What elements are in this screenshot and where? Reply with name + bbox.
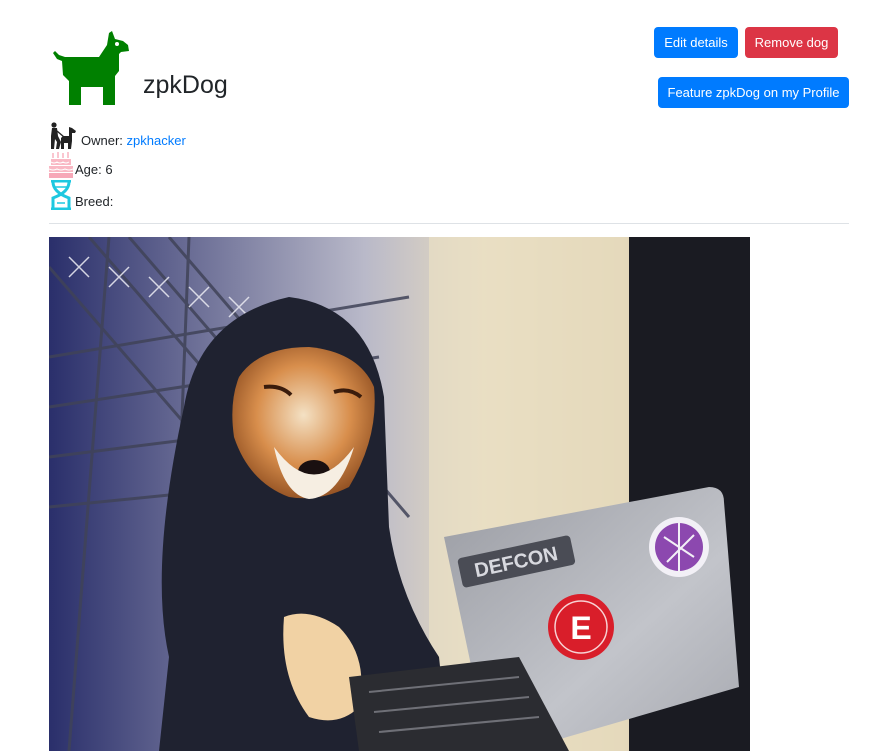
owner-label: Owner: (81, 133, 123, 148)
dog-icon (53, 31, 129, 105)
remove-dog-button[interactable]: Remove dog (745, 27, 838, 58)
dog-photo: DEFCON E (49, 237, 750, 751)
dog-name-heading: zpkDog (143, 71, 228, 99)
breed-text: Breed: (75, 194, 113, 209)
dog-photo-image: DEFCON E (49, 237, 750, 751)
owner-link[interactable]: zpkhacker (127, 133, 186, 148)
edit-details-button[interactable]: Edit details (654, 27, 738, 58)
age-text: Age: 6 (75, 162, 113, 177)
dog-header: zpkDog Edit details Remove dog Feature z… (49, 26, 849, 114)
age-value: 6 (105, 162, 113, 177)
owner-text: Owner: zpkhacker (81, 133, 186, 148)
birthday-cake-icon (49, 152, 73, 178)
breed-row: Breed: (49, 180, 349, 210)
breed-label: Breed: (75, 194, 114, 209)
dog-walker-icon (51, 122, 76, 149)
feature-on-profile-button[interactable]: Feature zpkDog on my Profile (658, 77, 849, 108)
owner-row: Owner: zpkhacker (49, 122, 349, 150)
e-sticker-text: E (570, 610, 591, 646)
dna-icon (51, 180, 71, 210)
age-row: Age: 6 (49, 152, 349, 178)
section-divider (49, 223, 849, 224)
age-label: Age: (75, 162, 102, 177)
